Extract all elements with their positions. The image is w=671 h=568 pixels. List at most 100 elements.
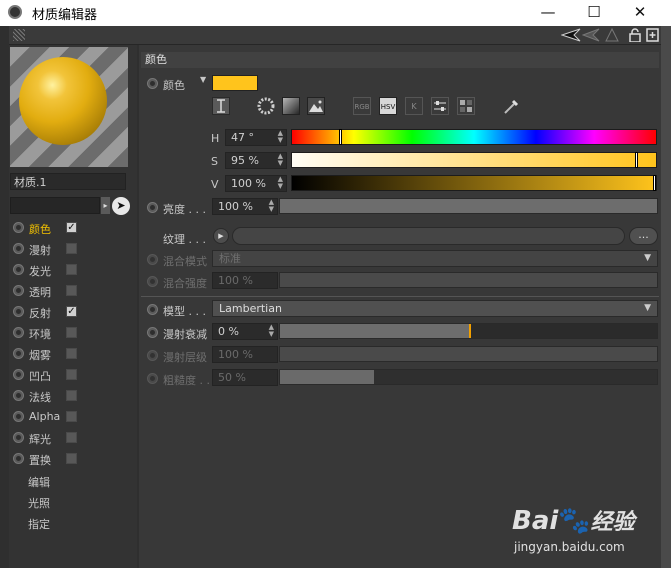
channel-displacement[interactable]: 置换 [11,449,135,469]
channel-environment[interactable]: 环境 [11,323,135,343]
channel-checkbox[interactable] [66,432,77,443]
channel-normal[interactable]: 法线 [11,386,135,406]
channel-animate-radio[interactable] [13,348,24,359]
brightness-slider[interactable] [279,198,658,214]
channel-label[interactable]: 法线 [29,389,51,405]
channel-label[interactable]: 烟雾 [29,347,51,363]
brightness-spinner-icon[interactable]: ▲ ▼ [269,199,274,213]
material-name-field[interactable] [10,197,100,214]
channel-checkbox[interactable] [66,264,77,275]
channel-transparency[interactable]: 透明 [11,281,135,301]
channel-checkbox[interactable] [66,327,77,338]
channel-reflectance[interactable]: 反射 ✓ [11,302,135,322]
channel-bump[interactable]: 凹凸 [11,365,135,385]
roughness-input[interactable]: 50 % [212,369,278,386]
value-input[interactable]: 100 % ▲ ▼ [225,175,287,192]
diffuse-falloff-input[interactable]: 0 % ▲ ▼ [212,323,278,340]
kelvin-mode-button[interactable]: K [405,97,423,115]
channel-diffuse[interactable]: 漫射 [11,239,135,259]
value-spinner-icon[interactable]: ▲ ▼ [278,176,283,190]
model-dropdown[interactable]: Lambertian ▼ [212,300,658,317]
channel-label[interactable]: Alpha [29,410,60,423]
channel-animate-radio[interactable] [13,411,24,422]
channel-glow[interactable]: 辉光 [11,428,135,448]
hue-input[interactable]: 47 ° ▲ ▼ [225,129,287,146]
channel-label[interactable]: 置换 [29,452,51,468]
channel-animate-radio[interactable] [13,306,24,317]
color-picker-mode-icon[interactable] [212,97,230,115]
value-slider[interactable] [291,175,657,191]
spectrum-icon[interactable] [282,97,300,115]
diffuse-level-input[interactable]: 100 % [212,346,278,363]
channel-label[interactable]: 颜色 [29,221,51,237]
saturation-input[interactable]: 95 % ▲ ▼ [225,152,287,169]
channel-animate-radio[interactable] [13,453,24,464]
back-arrow-icon[interactable] [560,28,581,42]
close-button[interactable]: ✕ [617,0,663,26]
saturation-spinner-icon[interactable]: ▲ ▼ [278,153,283,167]
value-slider-handle[interactable] [653,175,656,191]
channel-animate-radio[interactable] [13,285,24,296]
channel-checkbox[interactable] [66,369,77,380]
swatches-mode-icon[interactable] [457,97,475,115]
blend-mode-animate-radio[interactable] [147,254,158,265]
diffuse-level-animate-radio[interactable] [147,350,158,361]
roughness-animate-radio[interactable] [147,373,158,384]
channel-fog[interactable]: 烟雾 [11,344,135,364]
blend-strength-input[interactable]: 100 % [212,272,278,289]
channel-animate-radio[interactable] [13,390,24,401]
minimize-button[interactable]: — [525,0,571,26]
diffuse-level-slider[interactable] [279,346,658,362]
texture-browse-button[interactable]: ... [629,227,658,245]
color-swatch[interactable] [212,75,258,91]
channel-label[interactable]: 凹凸 [29,368,51,384]
brightness-animate-radio[interactable] [147,202,158,213]
rgb-mode-button[interactable]: RGB [353,97,371,115]
hue-slider-handle[interactable] [338,129,342,145]
roughness-slider[interactable] [279,369,658,385]
image-picker-icon[interactable] [307,97,325,115]
new-window-icon[interactable] [646,28,659,42]
channel-checkbox[interactable] [66,453,77,464]
blend-strength-animate-radio[interactable] [147,276,158,287]
channel-animate-radio[interactable] [13,327,24,338]
up-arrow-icon[interactable] [605,27,619,42]
grip-icon[interactable] [13,29,25,41]
hue-spinner-icon[interactable]: ▲ ▼ [278,130,283,144]
color-dropdown-caret-icon[interactable]: ▼ [200,75,206,84]
channel-label[interactable]: 透明 [29,284,51,300]
eyedropper-icon[interactable] [502,97,520,115]
brightness-input[interactable]: 100 % ▲ ▼ [212,198,278,215]
channel-animate-radio[interactable] [13,432,24,443]
channel-label[interactable]: 环境 [29,326,51,342]
channel-label[interactable]: 反射 [29,305,51,321]
channel-animate-radio[interactable] [13,264,24,275]
channel-luminance[interactable]: 发光 [11,260,135,280]
blend-strength-slider[interactable] [279,272,658,288]
channel-checkbox[interactable] [66,243,77,254]
color-wheel-icon[interactable] [257,97,275,115]
texture-expand-icon[interactable]: ▶ [213,228,229,244]
hue-slider[interactable] [291,129,657,145]
texture-field[interactable] [232,227,625,245]
material-name[interactable]: 材质.1 [10,173,126,190]
diffuse-falloff-spinner-icon[interactable]: ▲ ▼ [269,324,274,338]
nav-assign[interactable]: 指定 [28,516,50,532]
channel-label[interactable]: 漫射 [29,242,51,258]
channel-checkbox[interactable]: ✓ [66,222,77,233]
diffuse-falloff-animate-radio[interactable] [147,327,158,338]
channel-checkbox[interactable] [66,390,77,401]
material-preview[interactable] [10,47,128,167]
forward-arrow-icon[interactable] [581,28,600,42]
diffuse-falloff-slider[interactable] [279,323,658,339]
expand-arrow-button[interactable]: ▸ [101,197,110,214]
channel-label[interactable]: 发光 [29,263,51,279]
channel-label[interactable]: 辉光 [29,431,51,447]
channel-animate-radio[interactable] [13,369,24,380]
hsv-mode-button[interactable]: HSV [379,97,397,115]
saturation-slider-handle[interactable] [634,152,638,168]
channel-animate-radio[interactable] [13,222,24,233]
nav-illumination[interactable]: 光照 [28,495,50,511]
lock-icon[interactable] [629,28,641,43]
channel-color[interactable]: 颜色 ✓ [11,218,135,238]
